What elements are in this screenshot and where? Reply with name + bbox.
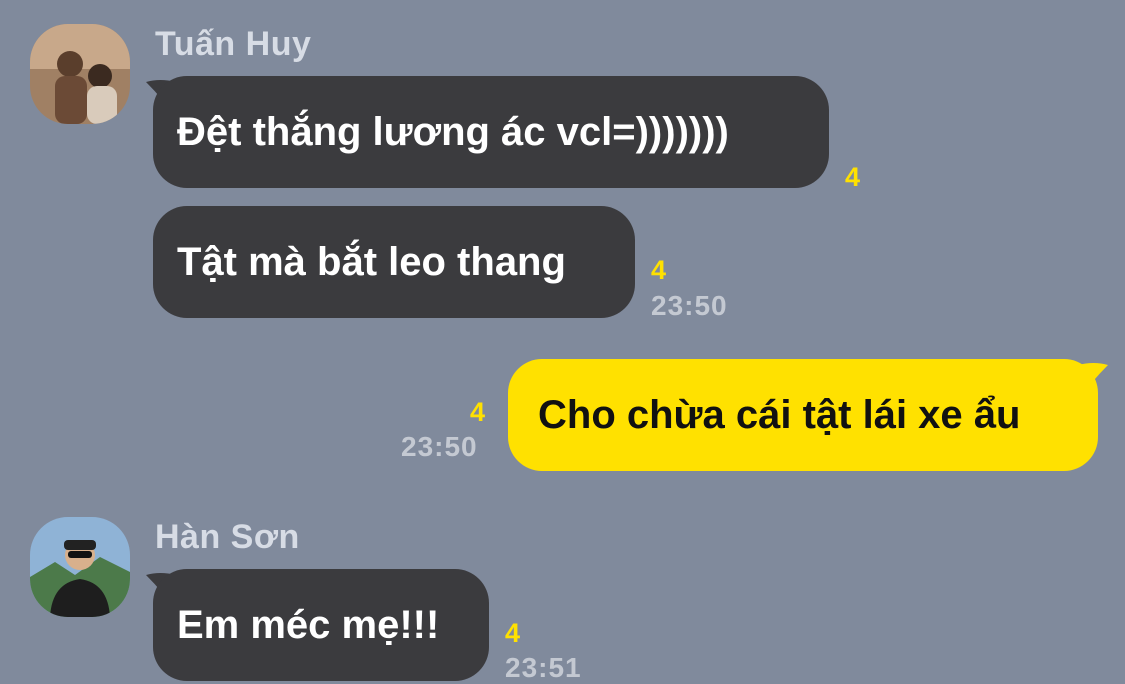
avatar-tuan-huy[interactable] [30,24,130,124]
sender-name: Tuấn Huy [155,25,312,63]
message-timestamp: 23:50 [401,431,478,462]
user-avatar-photo-icon [30,517,130,617]
unread-count: 4 [505,618,521,648]
message-bubble[interactable]: Đệt thắng lương ác vcl=))))))) [153,76,829,188]
sender-name: Hàn Sơn [155,518,300,556]
message-timestamp: 23:50 [651,290,728,321]
message-timestamp: 23:51 [505,652,582,683]
unread-count: 4 [470,397,486,427]
message-text: Đệt thắng lương ác vcl=))))))) [177,110,729,154]
avatar-han-son[interactable] [30,517,130,617]
bubble-tail [1078,363,1108,401]
message-bubble[interactable]: Em méc mẹ!!! [153,569,489,681]
message-text: Em méc mẹ!!! [177,603,440,647]
unread-count: 4 [651,255,667,285]
message-bubble[interactable]: Tật mà bắt leo thang [153,206,635,318]
message-text: Cho chừa cái tật lái xe ẩu [538,393,1021,437]
unread-count: 4 [845,162,861,192]
message-text: Tật mà bắt leo thang [177,240,566,284]
user-avatar-photo-icon [30,24,130,124]
message-bubble[interactable]: Cho chừa cái tật lái xe ẩu [508,359,1098,471]
